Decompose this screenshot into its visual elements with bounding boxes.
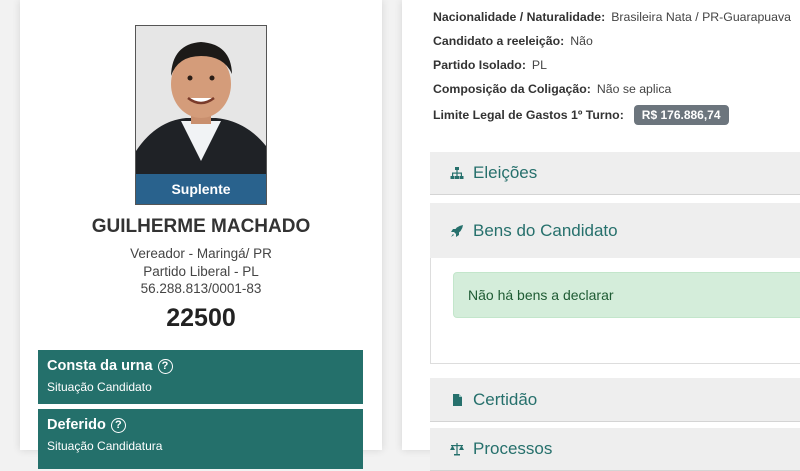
- info-coalition: Composição da Coligação: Não se aplica: [433, 82, 671, 96]
- candidate-card: Suplente GUILHERME MACHADO Vereador - Ma…: [20, 0, 382, 469]
- candidate-name: GUILHERME MACHADO: [91, 216, 311, 237]
- candidate-party: Partido Liberal - PL: [143, 264, 259, 279]
- help-icon[interactable]: ?: [110, 417, 126, 433]
- candidate-cnpj: 56.288.813/0001-83: [140, 281, 262, 296]
- info-label: Nacionalidade / Naturalidade:: [433, 10, 606, 24]
- status-subtitle: Situação Candidatura: [47, 439, 163, 453]
- info-label: Candidato a reeleição:: [433, 34, 565, 48]
- info-label: Partido Isolado:: [433, 58, 526, 72]
- info-reelection: Candidato a reeleição: Não: [433, 34, 593, 48]
- help-icon[interactable]: ?: [157, 358, 173, 374]
- file-icon: [453, 393, 462, 406]
- status-box-candidatura: Deferido ? Situação Candidatura: [38, 409, 363, 469]
- section-bens-header[interactable]: Bens do Candidato: [430, 203, 800, 259]
- section-bens-body: Não há bens a declarar: [430, 258, 800, 364]
- section-title: Certidão: [473, 389, 538, 409]
- section-eleicoes-header[interactable]: Eleições: [430, 152, 800, 195]
- section-title: Processos: [473, 439, 553, 458]
- section-certidao-header[interactable]: Certidão: [430, 378, 800, 422]
- info-value: Não se aplica: [596, 82, 672, 96]
- no-assets-alert: Não há bens a declarar: [453, 272, 800, 318]
- info-label: Limite Legal de Gastos 1º Turno:: [433, 108, 624, 122]
- info-party: Partido Isolado: PL: [433, 58, 547, 72]
- info-value: Brasileira Nata / PR-Guarapuava: [611, 10, 791, 24]
- sitemap-icon: [450, 167, 464, 179]
- status-box-urna: Consta da urna ? Situação Candidato: [38, 350, 363, 404]
- section-title: Eleições: [473, 163, 538, 182]
- details-panel: Nacionalidade / Naturalidade: Brasileira …: [402, 0, 800, 471]
- balance-scale-icon: [450, 443, 464, 456]
- info-value: PL: [531, 58, 547, 72]
- info-spending-limit: Limite Legal de Gastos 1º Turno: R$ 176.8…: [433, 105, 729, 125]
- status-title: Consta da urna: [47, 358, 153, 374]
- rocket-icon: [451, 224, 463, 237]
- section-title: Bens do Candidato: [473, 220, 618, 240]
- status-subtitle: Situação Candidato: [47, 380, 152, 394]
- info-value: Não: [570, 34, 593, 48]
- spending-limit-badge: R$ 176.886,74: [633, 105, 729, 125]
- info-label: Composição da Coligação:: [433, 82, 591, 96]
- candidate-office: Vereador - Maringá/ PR: [130, 246, 272, 261]
- candidate-status-badge: Suplente: [136, 174, 266, 204]
- status-title: Deferido: [47, 417, 106, 433]
- info-nationality: Nacionalidade / Naturalidade: Brasileira …: [433, 10, 791, 24]
- candidate-photo: Suplente: [135, 25, 267, 205]
- candidate-number: 22500: [166, 304, 236, 332]
